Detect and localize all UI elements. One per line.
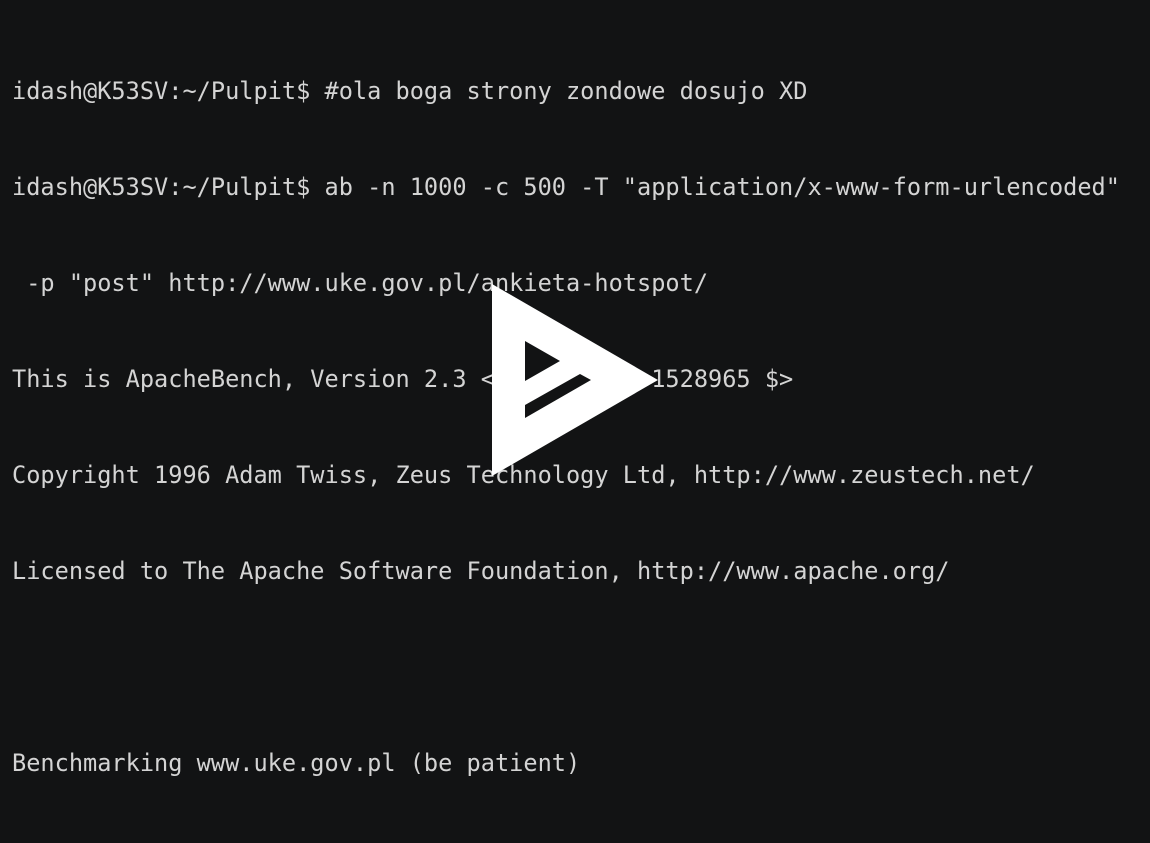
terminal-line: idash@K53SV:~/Pulpit$ #ola boga strony z…	[12, 77, 808, 105]
terminal-window: idash@K53SV:~/Pulpit$ #ola boga strony z…	[0, 0, 1150, 777]
terminal-line: idash@K53SV:~/Pulpit$ ab -n 1000 -c 500 …	[12, 173, 1120, 201]
asciinema-play-icon	[492, 284, 658, 476]
play-button[interactable]	[491, 283, 659, 477]
terminal-line: Licensed to The Apache Software Foundati…	[12, 557, 950, 585]
terminal-line: Benchmarking www.uke.gov.pl (be patient)	[12, 749, 581, 777]
